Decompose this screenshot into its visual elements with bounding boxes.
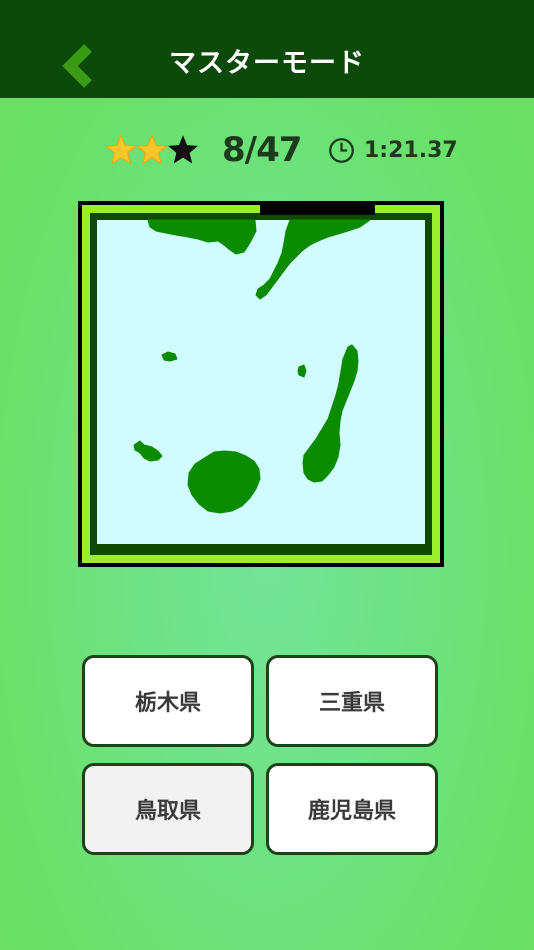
page-title: マスターモード xyxy=(169,48,365,79)
elapsed-timer: 1:21.37 xyxy=(364,138,458,163)
progress-counter: 8/47 xyxy=(222,130,302,170)
prefecture-silhouette xyxy=(78,201,444,567)
clock-icon xyxy=(329,138,354,163)
star-icon-empty xyxy=(168,135,198,164)
star-icon-filled xyxy=(135,133,169,165)
answer-button-2[interactable]: 三重県 xyxy=(266,655,438,747)
answer-button-3[interactable]: 鳥取県 xyxy=(82,763,254,855)
star-icon-filled xyxy=(104,133,138,165)
answer-button-4[interactable]: 鹿児島県 xyxy=(266,763,438,855)
question-map xyxy=(78,201,444,567)
app-header: マスターモード xyxy=(0,0,534,98)
stats-bar: 8/47 1:21.37 xyxy=(0,122,534,178)
answer-button-1[interactable]: 栃木県 xyxy=(82,655,254,747)
